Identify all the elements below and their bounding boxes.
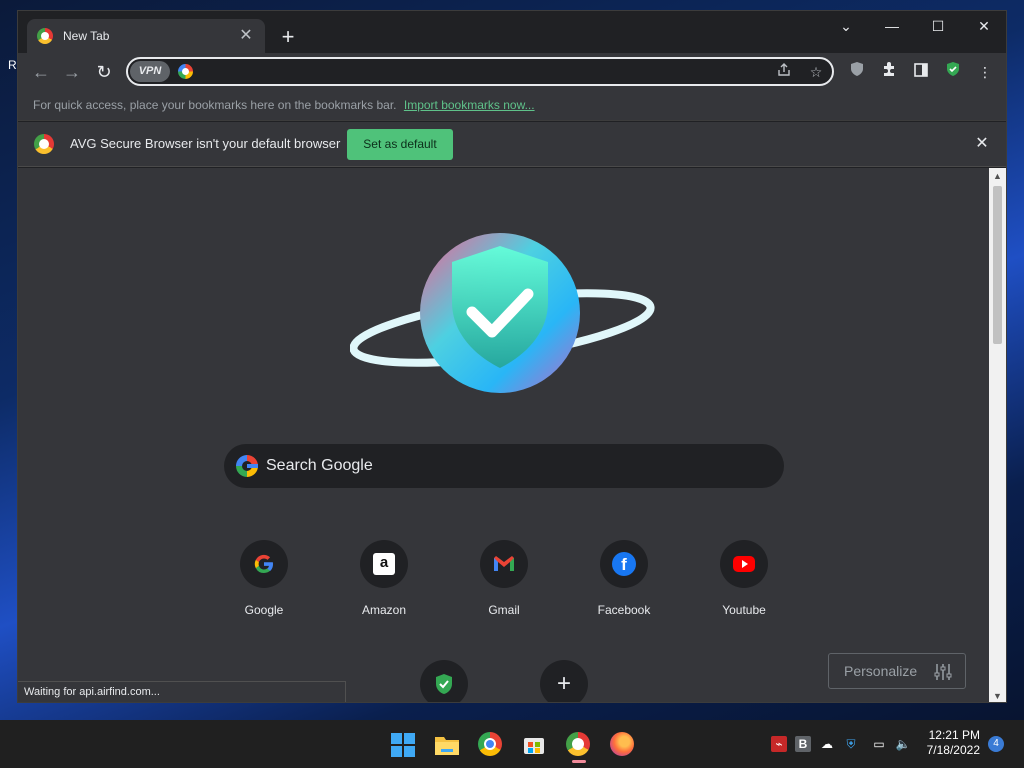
tab-close-icon[interactable]: ✕	[237, 28, 255, 44]
file-explorer-icon[interactable]	[434, 732, 460, 758]
google-search-box[interactable]: Search Google	[224, 444, 784, 488]
tab-title: New Tab	[63, 29, 110, 43]
scroll-thumb[interactable]	[993, 186, 1002, 344]
menu-kebab-icon[interactable]: ⋮	[974, 61, 996, 83]
shortcut-gmail[interactable]: Gmail	[460, 540, 548, 617]
vpn-toggle[interactable]: VPN	[130, 61, 170, 82]
address-input[interactable]	[202, 62, 762, 81]
browser-window: New Tab ✕ + ⌄ — ☐ ✕ ← → ↻ VPN ☆ ⋮ For qu…	[17, 10, 1007, 703]
new-tab-button[interactable]: +	[276, 25, 300, 49]
gmail-icon	[480, 540, 528, 588]
avg-security-shield-icon[interactable]	[942, 61, 964, 83]
browser-toolbar: ← → ↻ VPN ☆ ⋮	[18, 53, 1006, 90]
bookmarks-hint: For quick access, place your bookmarks h…	[33, 98, 397, 112]
forward-button[interactable]: →	[59, 59, 85, 85]
set-as-default-button[interactable]: Set as default	[347, 129, 453, 160]
windows-start-icon[interactable]	[390, 732, 416, 758]
google-icon	[178, 64, 193, 79]
clock-time: 12:21 PM	[928, 728, 980, 742]
antivirus-tray-icon[interactable]: ⌁	[771, 736, 787, 752]
personalize-label: Personalize	[844, 663, 918, 679]
extensions-puzzle-icon[interactable]	[878, 61, 900, 83]
shortcut-google[interactable]: Google	[220, 540, 308, 617]
back-button[interactable]: ←	[28, 59, 54, 85]
notification-badge[interactable]: 4	[988, 736, 1004, 752]
title-bar: New Tab ✕ + ⌄ — ☐ ✕	[18, 11, 1006, 53]
avg-shield-icon	[420, 660, 468, 702]
reload-button[interactable]: ↻	[91, 59, 117, 85]
shortcut-facebook[interactable]: f Facebook	[580, 540, 668, 617]
bookmark-star-icon[interactable]: ☆	[806, 62, 826, 82]
omnibox[interactable]: VPN ☆	[126, 57, 834, 86]
b-app-tray-icon[interactable]: B	[795, 736, 811, 752]
shortcut-label: Youtube	[722, 603, 766, 617]
microsoft-store-icon[interactable]	[522, 732, 548, 758]
chrome-icon[interactable]	[478, 732, 504, 758]
cloud-offline-icon[interactable]: ☁	[819, 736, 835, 752]
infobar-close-icon[interactable]: ✕	[972, 134, 992, 154]
maximize-button[interactable]: ☐	[915, 11, 961, 41]
tab-new-tab[interactable]: New Tab ✕	[27, 19, 265, 53]
tab-search-button[interactable]: ⌄	[823, 11, 869, 41]
avg-browser-icon[interactable]	[566, 732, 592, 763]
bookmarks-bar: For quick access, place your bookmarks h…	[18, 90, 1006, 121]
add-shortcut-icon: +	[540, 660, 588, 702]
default-browser-infobar: AVG Secure Browser isn't your default br…	[18, 122, 1006, 167]
shortcut-label: Facebook	[597, 603, 651, 617]
shortcut-avg[interactable]	[400, 660, 488, 702]
scroll-up-arrow-icon[interactable]: ▲	[989, 168, 1006, 184]
desktop-label: R	[8, 58, 17, 72]
youtube-icon	[720, 540, 768, 588]
google-g-icon	[236, 455, 258, 477]
defender-shield-icon[interactable]: ⛨	[843, 736, 859, 752]
shortcut-label: Google	[244, 603, 284, 617]
search-placeholder: Search Google	[266, 457, 373, 474]
google-icon	[240, 540, 288, 588]
avg-browser-logo-icon	[34, 134, 54, 154]
close-window-button[interactable]: ✕	[961, 11, 1006, 41]
taskbar-clock[interactable]: 12:21 PM 7/18/2022	[920, 728, 980, 758]
volume-icon[interactable]: 🔈	[895, 736, 911, 752]
firefox-icon[interactable]	[610, 732, 636, 758]
shortcut-label: Gmail	[488, 603, 520, 617]
personalize-button[interactable]: Personalize	[828, 653, 966, 689]
network-icon[interactable]: ▭	[871, 736, 887, 752]
page-scrollbar[interactable]: ▲ ▼	[989, 168, 1006, 702]
sliders-icon	[934, 664, 952, 680]
shortcut-label: Amazon	[361, 603, 407, 617]
adblock-shield-icon[interactable]	[846, 61, 868, 83]
add-shortcut-button[interactable]: +	[520, 660, 608, 702]
infobar-message: AVG Secure Browser isn't your default br…	[70, 136, 341, 151]
avg-hero-illustration	[350, 233, 655, 393]
minimize-button[interactable]: —	[869, 11, 915, 41]
amazon-icon: a	[360, 540, 408, 588]
new-tab-page: Search Google Google a Amazon Gmail f Fa…	[18, 168, 990, 702]
shortcut-youtube[interactable]: Youtube	[700, 540, 788, 617]
avg-browser-favicon-icon	[37, 28, 53, 44]
shortcut-amazon[interactable]: a Amazon	[340, 540, 428, 617]
windows-taskbar: ⌁ B ☁ ⛨ ▭ 🔈 12:21 PM 7/18/2022 4	[0, 720, 1024, 768]
share-icon[interactable]	[774, 62, 794, 82]
clock-date: 7/18/2022	[926, 743, 980, 757]
side-panel-icon[interactable]	[910, 61, 932, 83]
status-bubble: Waiting for api.airfind.com...	[18, 681, 346, 702]
scroll-down-arrow-icon[interactable]: ▼	[989, 688, 1006, 702]
import-bookmarks-link[interactable]: Import bookmarks now...	[404, 98, 535, 112]
facebook-icon: f	[600, 540, 648, 588]
